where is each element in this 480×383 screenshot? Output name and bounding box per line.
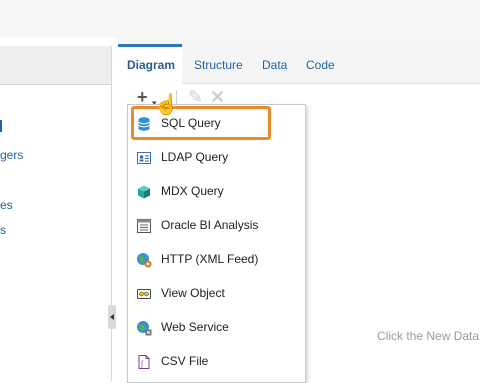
left-link-1[interactable]: gers [0,148,23,162]
tab-diagram[interactable]: Diagram [127,58,175,72]
top-bar [0,0,480,38]
menu-item-ldap-query[interactable]: LDAP Query [128,143,305,173]
empty-hint: Click the New Data [377,329,480,343]
left-item-marker [0,120,2,132]
analysis-icon [137,219,151,233]
menu-item-csv-file[interactable]: ʃ CSV File [128,347,305,377]
csv-file-icon: ʃ [138,355,150,369]
tab-data[interactable]: Data [262,58,287,72]
new-data-set-menu: SQL Query LDAP Query MDX Query Oracle BI… [127,104,306,383]
hand-cursor-icon: ☝ [154,94,179,116]
view-object-icon [137,289,151,299]
http-icon [137,253,152,268]
menu-item-view-object[interactable]: View Object [128,279,305,309]
tab-active-indicator [118,44,182,47]
ldap-icon [137,152,151,164]
left-link-2[interactable]: es [0,198,13,212]
left-panel-header [0,46,111,85]
menu-item-highlight [131,106,271,140]
menu-item-label: HTTP (XML Feed) [161,252,259,266]
menu-item-label: LDAP Query [161,150,229,164]
menu-item-http-xml-feed[interactable]: HTTP (XML Feed) [128,245,305,275]
tab-structure[interactable]: Structure [194,58,243,72]
tab-code[interactable]: Code [306,58,335,72]
left-link-3[interactable]: s [0,223,6,237]
web-service-icon [137,321,152,336]
cube-icon [138,185,150,199]
menu-item-label: Web Service [161,320,229,334]
menu-item-mdx-query[interactable]: MDX Query [128,177,305,207]
menu-item-label: CSV File [161,354,209,368]
menu-item-label: Oracle BI Analysis [161,218,259,232]
menu-item-label: MDX Query [161,184,224,198]
left-panel: gers es s [0,46,112,381]
menu-item-web-service[interactable]: Web Service [128,313,305,343]
menu-item-label: View Object [161,286,225,300]
menu-item-oracle-bi-analysis[interactable]: Oracle BI Analysis [128,211,305,241]
collapse-handle[interactable] [108,305,116,329]
